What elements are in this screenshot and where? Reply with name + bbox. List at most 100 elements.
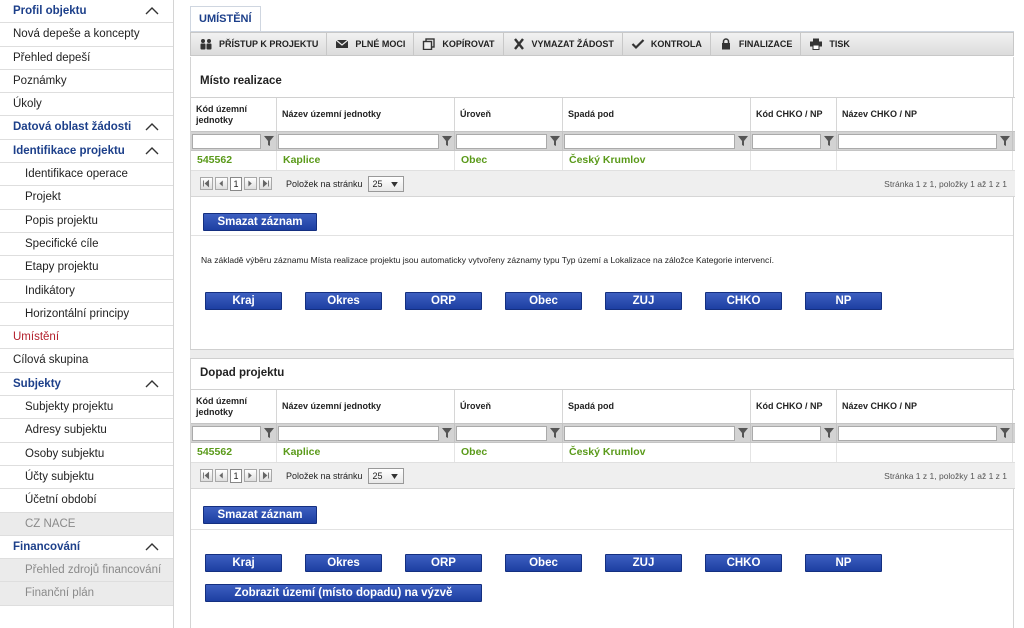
last-page-button[interactable]: [259, 177, 272, 190]
filter-input[interactable]: [192, 133, 261, 149]
sidebar-item-nova-depese-a-koncepty[interactable]: Nová depeše a koncepty: [0, 23, 173, 47]
sidebar-item-prehled-zdroju-financovani[interactable]: Přehled zdrojů financování: [0, 559, 173, 583]
table-row[interactable]: 545562 Kaplice Obec Český Krumlov: [191, 151, 1015, 171]
next-page-button[interactable]: [244, 469, 257, 482]
sidebar-item-identifikace-projektu[interactable]: Identifikace projektu: [0, 140, 173, 164]
dopad-delete-button[interactable]: Smazat záznam: [203, 506, 317, 524]
column-header-0[interactable]: Kód územní jednotky: [191, 98, 277, 131]
sidebar-item-adresy-subjektu[interactable]: Adresy subjektu: [0, 419, 173, 443]
sidebar-item-subjekty[interactable]: Subjekty: [0, 373, 173, 397]
level-button-np[interactable]: NP: [805, 554, 882, 572]
filter-input[interactable]: [838, 425, 997, 441]
sidebar-item-subjekty-projektu[interactable]: Subjekty projektu: [0, 396, 173, 420]
chevron-up-icon[interactable]: [145, 146, 159, 156]
filter-input[interactable]: [564, 425, 735, 441]
delete-application-button[interactable]: VYMAZAT ŽÁDOST: [504, 33, 623, 55]
sidebar-item-cilova-skupina[interactable]: Cílová skupina: [0, 349, 173, 373]
filter-input[interactable]: [752, 425, 821, 441]
level-button-kraj[interactable]: Kraj: [205, 554, 282, 572]
filter-input[interactable]: [192, 425, 261, 441]
sidebar-item-popis-projektu[interactable]: Popis projektu: [0, 210, 173, 233]
level-button-zuj[interactable]: ZUJ: [605, 554, 682, 572]
first-page-button[interactable]: [200, 469, 213, 482]
sidebar-item-indikatory[interactable]: Indikátory: [0, 280, 173, 303]
level-button-kraj[interactable]: Kraj: [205, 292, 282, 310]
sidebar-item-ucetni-obdobi[interactable]: Účetní období: [0, 489, 173, 513]
column-header-4[interactable]: Kód CHKO / NP: [751, 98, 837, 131]
column-header-3[interactable]: Spadá pod: [563, 98, 751, 131]
filter-input[interactable]: [278, 133, 439, 149]
filter-icon[interactable]: [549, 135, 561, 147]
filter-icon[interactable]: [823, 427, 835, 439]
tab-umisteni[interactable]: UMÍSTĚNÍ: [190, 6, 261, 32]
print-button[interactable]: TISK: [801, 33, 858, 55]
chevron-up-icon[interactable]: [145, 122, 159, 132]
chevron-up-icon[interactable]: [145, 379, 159, 389]
prev-page-button[interactable]: [215, 177, 228, 190]
column-header-1[interactable]: Název územní jednotky: [277, 98, 455, 131]
sidebar-item-poznamky[interactable]: Poznámky: [0, 70, 173, 94]
filter-icon[interactable]: [999, 427, 1011, 439]
level-button-orp[interactable]: ORP: [405, 292, 482, 310]
level-button-okres[interactable]: Okres: [305, 292, 382, 310]
filter-icon[interactable]: [549, 427, 561, 439]
filter-input[interactable]: [752, 133, 821, 149]
filter-input[interactable]: [456, 425, 547, 441]
level-button-obec[interactable]: Obec: [505, 292, 582, 310]
sidebar-item-horizontalni-principy[interactable]: Horizontální principy: [0, 303, 173, 327]
column-header-4[interactable]: Kód CHKO / NP: [751, 390, 837, 423]
first-page-button[interactable]: [200, 177, 213, 190]
sidebar-item-umisteni[interactable]: Umístění: [0, 326, 173, 350]
misto-delete-button[interactable]: Smazat záznam: [203, 213, 317, 231]
check-button[interactable]: KONTROLA: [623, 33, 711, 55]
sidebar-item-datova-oblast-zadosti[interactable]: Datová oblast žádosti: [0, 116, 173, 140]
level-button-chko[interactable]: CHKO: [705, 292, 782, 310]
column-header-5[interactable]: Název CHKO / NP: [837, 390, 1013, 423]
next-page-button[interactable]: [244, 177, 257, 190]
sidebar-item-etapy-projektu[interactable]: Etapy projektu: [0, 256, 173, 280]
level-button-okres[interactable]: Okres: [305, 554, 382, 572]
filter-icon[interactable]: [263, 427, 275, 439]
filter-icon[interactable]: [737, 427, 749, 439]
chevron-up-icon[interactable]: [145, 6, 159, 16]
filter-input[interactable]: [456, 133, 547, 149]
sidebar-item-ukoly[interactable]: Úkoly: [0, 93, 173, 117]
level-button-np[interactable]: NP: [805, 292, 882, 310]
level-button-chko[interactable]: CHKO: [705, 554, 782, 572]
sidebar-item-specificke-cile[interactable]: Specifické cíle: [0, 233, 173, 257]
filter-icon[interactable]: [999, 135, 1011, 147]
filter-icon[interactable]: [823, 135, 835, 147]
sidebar-item-financni-plan[interactable]: Finanční plán: [0, 582, 173, 606]
filter-icon[interactable]: [263, 135, 275, 147]
column-header-2[interactable]: Úroveň: [455, 390, 563, 423]
column-header-0[interactable]: Kód územní jednotky: [191, 390, 277, 423]
filter-icon[interactable]: [737, 135, 749, 147]
level-button-orp[interactable]: ORP: [405, 554, 482, 572]
sidebar-item-osoby-subjektu[interactable]: Osoby subjektu: [0, 443, 173, 466]
column-header-2[interactable]: Úroveň: [455, 98, 563, 131]
current-page[interactable]: 1: [230, 176, 242, 191]
sidebar-item-projekt[interactable]: Projekt: [0, 186, 173, 210]
filter-input[interactable]: [838, 133, 997, 149]
sidebar-item-financovani[interactable]: Financování: [0, 536, 173, 560]
column-header-5[interactable]: Název CHKO / NP: [837, 98, 1013, 131]
filter-input[interactable]: [564, 133, 735, 149]
chevron-up-icon[interactable]: [145, 542, 159, 552]
sidebar-item-profil-objektu[interactable]: Profil objektu: [0, 0, 173, 24]
level-button-obec[interactable]: Obec: [505, 554, 582, 572]
column-header-1[interactable]: Název územní jednotky: [277, 390, 455, 423]
sidebar-item-ucty-subjektu[interactable]: Účty subjektu: [0, 466, 173, 490]
per-page-select[interactable]: 25: [367, 175, 404, 192]
current-page[interactable]: 1: [230, 468, 242, 483]
filter-input[interactable]: [278, 425, 439, 441]
level-button-zuj[interactable]: ZUJ: [605, 292, 682, 310]
show-territory-button[interactable]: Zobrazit území (místo dopadu) na výzvě: [205, 584, 482, 602]
filter-icon[interactable]: [441, 135, 453, 147]
sidebar-item-cz-nace[interactable]: CZ NACE: [0, 512, 173, 536]
power-of-attorney-button[interactable]: PLNÉ MOCI: [327, 33, 415, 55]
finalize-button[interactable]: FINALIZACE: [711, 33, 802, 55]
copy-button[interactable]: KOPÍROVAT: [414, 33, 504, 55]
column-header-3[interactable]: Spadá pod: [563, 390, 751, 423]
sidebar-item-prehled-depesi[interactable]: Přehled depeší: [0, 47, 173, 70]
filter-icon[interactable]: [441, 427, 453, 439]
